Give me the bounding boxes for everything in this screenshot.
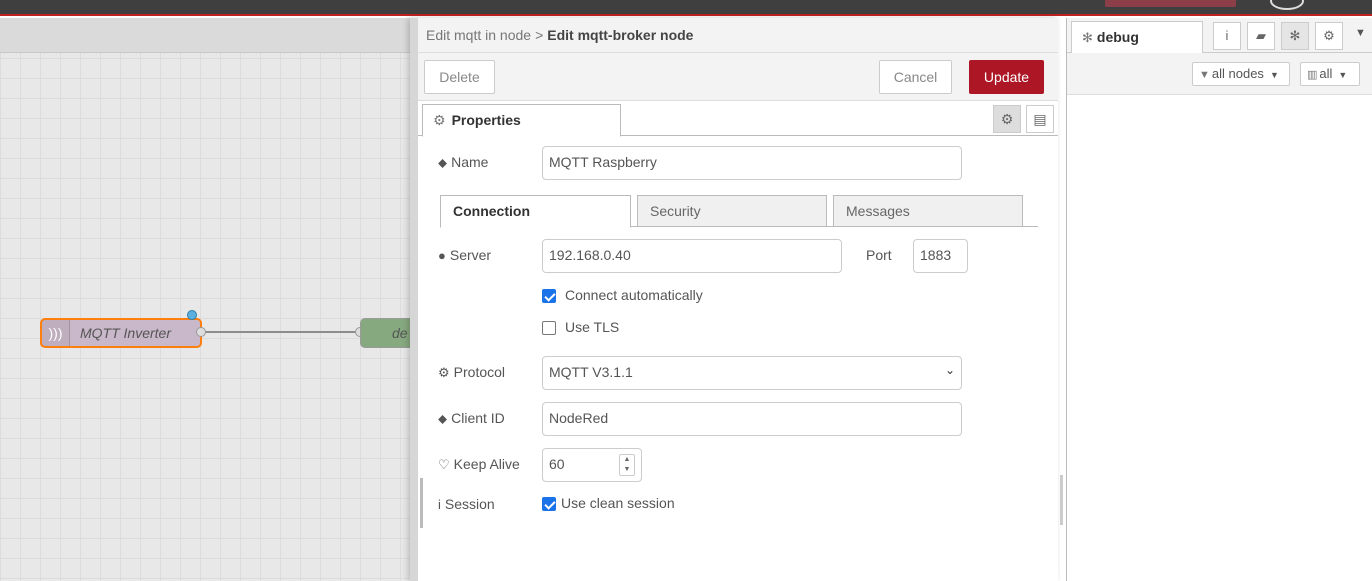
- use-tls-label: Use TLS: [565, 319, 620, 335]
- connection-tabs: Connection Security Messages: [440, 195, 1038, 228]
- bug-icon: ✻: [1289, 28, 1301, 43]
- session-label: i Session: [438, 496, 495, 512]
- clean-session-label: Use clean session: [561, 495, 675, 511]
- protocol-label-text: Protocol: [453, 364, 506, 380]
- sidebar-debug-button[interactable]: ✻: [1281, 22, 1309, 50]
- protocol-select[interactable]: MQTT V3.1.1 ⌄: [542, 356, 962, 390]
- keep-alive-label: ♡ Keep Alive: [438, 456, 520, 473]
- sidebar-help-button[interactable]: ▰: [1247, 22, 1275, 50]
- node-changed-indicator: [187, 310, 197, 320]
- book-icon: ▰: [1256, 28, 1266, 43]
- server-input[interactable]: 192.168.0.40: [542, 239, 842, 273]
- tray-resize-handle[interactable]: [420, 478, 423, 528]
- tag-icon: ⬥: [438, 411, 448, 426]
- use-tls-checkbox[interactable]: [542, 321, 556, 335]
- header-bar: [0, 0, 1372, 16]
- chevron-down-icon[interactable]: ▼: [1355, 27, 1366, 39]
- user-menu-button[interactable]: [1270, 0, 1304, 10]
- port-label: Port: [866, 247, 892, 263]
- clean-session-checkbox[interactable]: [542, 497, 556, 511]
- tab-debug-label: debug: [1096, 29, 1139, 45]
- connect-automatically-label: Connect automatically: [565, 287, 703, 303]
- server-label: ● Server: [438, 247, 491, 263]
- tab-connection[interactable]: Connection: [440, 195, 631, 228]
- port-input[interactable]: 1883: [913, 239, 968, 273]
- sidebar-tab-bar: ✻ debug i ▰ ✻ ⚙ ▼: [1067, 18, 1372, 54]
- properties-tab-bar: ⚙ Properties ⚙ ▤: [418, 101, 1058, 137]
- client-id-label: ⬥ Client ID: [438, 410, 505, 427]
- protocol-label: ⚙ Protocol: [438, 364, 505, 381]
- node-output-port[interactable]: [196, 327, 206, 337]
- debug-clear-button[interactable]: ▥ all ▼: [1300, 62, 1360, 86]
- gear-icon: ⚙: [1000, 111, 1014, 127]
- keep-alive-value: 60: [549, 456, 565, 472]
- tab-messages[interactable]: Messages: [833, 195, 1023, 227]
- filter-icon: ▼: [1199, 69, 1210, 81]
- server-label-text: Server: [449, 247, 492, 263]
- connect-automatically-checkbox[interactable]: [542, 289, 556, 303]
- keep-alive-spinner[interactable]: ▲ ▼: [619, 454, 635, 476]
- gear-icon: ⚙: [438, 365, 450, 380]
- tab-debug[interactable]: ✻ debug: [1071, 21, 1203, 54]
- gear-icon: ⚙: [1323, 28, 1335, 43]
- client-id-label-text: Client ID: [451, 410, 505, 426]
- tab-properties[interactable]: ⚙ Properties: [422, 104, 621, 137]
- flow-wire[interactable]: [201, 331, 361, 333]
- keep-alive-input[interactable]: 60 ▲ ▼: [542, 448, 642, 482]
- name-label-text: Name: [451, 154, 489, 170]
- chevron-down-icon: ▼: [1338, 70, 1348, 80]
- globe-icon: ●: [438, 248, 446, 263]
- debug-filter-label: all nodes: [1211, 66, 1264, 81]
- protocol-value: MQTT V3.1.1: [549, 364, 633, 380]
- sidebar-config-button[interactable]: ⚙: [1315, 22, 1343, 50]
- breadcrumb-parent[interactable]: Edit mqtt in node: [426, 27, 531, 43]
- tab-security[interactable]: Security: [637, 195, 827, 227]
- flow-workspace[interactable]: [0, 18, 410, 581]
- cancel-button[interactable]: Cancel: [879, 60, 952, 94]
- deploy-button[interactable]: [1105, 0, 1236, 7]
- name-label: ⬥ Name: [438, 154, 488, 171]
- gear-icon: ⚙: [433, 112, 446, 128]
- heartbeat-icon: ♡: [438, 457, 450, 472]
- breadcrumb-current: Edit mqtt-broker node: [547, 27, 694, 43]
- node-settings-button[interactable]: ⚙: [993, 105, 1021, 133]
- delete-button[interactable]: Delete: [424, 60, 495, 94]
- debug-filter-button[interactable]: ▼ all nodes ▼: [1192, 62, 1290, 86]
- tray-scrollbar[interactable]: [1060, 475, 1063, 525]
- client-id-input[interactable]: NodeRed: [542, 402, 962, 436]
- session-label-text: Session: [444, 496, 495, 512]
- sidebar-info-button[interactable]: i: [1213, 22, 1241, 50]
- chevron-down-icon: ⌄: [944, 363, 955, 377]
- info-icon: i: [438, 497, 441, 512]
- debug-clear-label: all: [1319, 66, 1333, 81]
- debug-toolbar: ▼ all nodes ▼ ▥ all ▼: [1067, 53, 1372, 95]
- bug-icon: ✻: [1082, 30, 1093, 45]
- editor-tray: Edit mqtt in node > Edit mqtt-broker node …: [410, 18, 1063, 581]
- breadcrumb-separator: >: [535, 27, 544, 43]
- editor-toolbar: Delete Cancel Update: [418, 53, 1058, 101]
- info-icon: i: [1225, 28, 1229, 43]
- keep-alive-label-text: Keep Alive: [453, 456, 520, 472]
- breadcrumb: Edit mqtt in node > Edit mqtt-broker node: [418, 18, 1058, 53]
- update-button[interactable]: Update: [969, 60, 1044, 94]
- mqtt-in-node[interactable]: ))) MQTT Inverter: [40, 318, 202, 348]
- debug-node-label: de: [392, 325, 408, 341]
- mqtt-signal-icon: ))): [42, 320, 70, 346]
- trash-icon: ▥: [1307, 69, 1318, 81]
- node-description-button[interactable]: ▤: [1026, 105, 1054, 133]
- mqtt-node-label: MQTT Inverter: [80, 325, 172, 341]
- tab-properties-label: Properties: [451, 112, 521, 128]
- chevron-down-icon: ▼: [1269, 70, 1279, 80]
- workspace-tab-bar: [0, 18, 410, 53]
- document-icon: ▤: [1033, 111, 1047, 127]
- tag-icon: ⬥: [438, 155, 448, 170]
- name-input[interactable]: MQTT Raspberry: [542, 146, 962, 180]
- sidebar: ✻ debug i ▰ ✻ ⚙ ▼ ▼ all nodes ▼ ▥ all ▼: [1066, 18, 1372, 581]
